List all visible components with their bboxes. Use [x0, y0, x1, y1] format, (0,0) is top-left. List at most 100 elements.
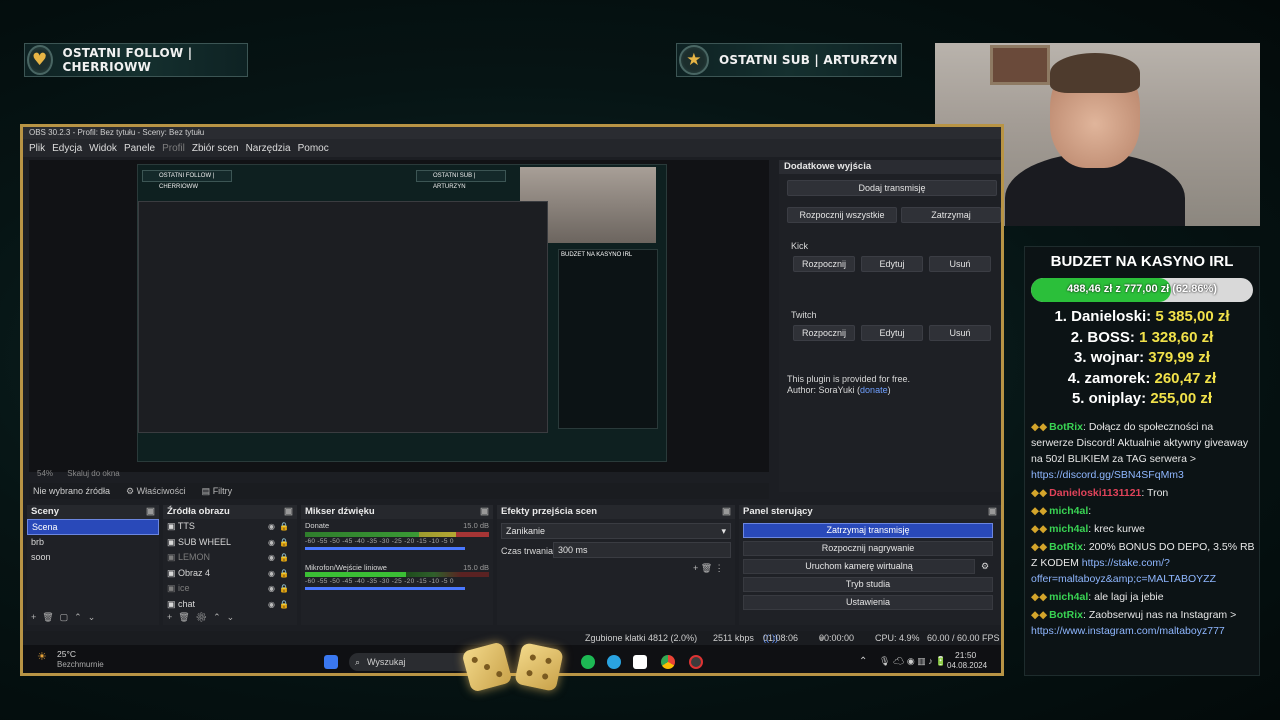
source-type-icon: ▣ — [167, 521, 178, 531]
scale-to-window[interactable]: Skaluj do okna — [67, 469, 119, 478]
donate-link[interactable]: donate — [860, 385, 888, 395]
windows-start-icon[interactable] — [324, 655, 338, 669]
menu-item[interactable]: Pomoc — [298, 143, 329, 154]
kick-start-button[interactable]: Rozpocznij — [793, 256, 855, 272]
spotify-icon[interactable] — [581, 655, 595, 669]
chat-username[interactable]: BotRix — [1049, 541, 1083, 553]
eye-icon[interactable]: ◉ — [268, 519, 275, 535]
volume-slider[interactable] — [305, 547, 465, 550]
menu-item[interactable]: Edycja — [52, 143, 82, 154]
source-item[interactable]: ▣ Obraz 4 ◉ 🔒 — [163, 566, 297, 582]
chat-link[interactable]: https://discord.gg/SBN4SFqMm3 — [1031, 469, 1184, 481]
twitch-start-button[interactable]: Rozpocznij — [793, 325, 855, 341]
scenes-footer-buttons[interactable]: +🗑▢⌃⌄ — [31, 612, 101, 623]
source-type-icon: ▣ — [167, 567, 179, 578]
tidal-icon[interactable] — [633, 655, 647, 669]
kick-remove-button[interactable]: Usuń — [929, 256, 991, 272]
mixer-channel-mic[interactable]: Mikrofon/Wejście liniowe 15.0 dB -60 -55… — [301, 561, 493, 603]
scene-item[interactable]: Scena — [27, 519, 159, 535]
menu-item[interactable]: Widok — [89, 143, 117, 154]
eye-icon[interactable]: ◉ — [268, 550, 275, 566]
lock-icon[interactable]: 🔒 — [279, 597, 289, 613]
chat-link[interactable]: https://www.instagram.com/maltaboyz777 — [1031, 625, 1225, 637]
controls-title: Panel sterujący — [743, 506, 813, 517]
lock-icon[interactable]: 🔒 — [279, 519, 289, 535]
chrome-icon[interactable] — [661, 655, 675, 669]
chat-badge-icon: ◆◆ — [1031, 523, 1048, 535]
transition-buttons[interactable]: + 🗑 ⋮ — [693, 563, 724, 574]
sources-footer-buttons[interactable]: +🗑⚙⌃⌄ — [167, 612, 240, 623]
obs-statusbar: Zgubione klatki 4812 (2.0%) 2511 kbps ((… — [23, 631, 1001, 645]
twitch-label: Twitch — [791, 310, 817, 320]
last-follow-banner: ♥ OSTATNI FOLLOW | CHERRIOWW — [24, 43, 248, 77]
volume-slider[interactable] — [305, 587, 465, 590]
system-tray-icons[interactable]: 🎙 ☁ ◉ ▥ ♪ 🔋 — [879, 656, 946, 667]
menu-item[interactable]: Narzędzia — [246, 143, 291, 154]
chat-username[interactable]: BotRix — [1049, 609, 1083, 621]
settings-button[interactable]: Ustawienia — [743, 595, 993, 610]
lock-icon[interactable]: 🔒 — [279, 581, 289, 597]
start-recording-button[interactable]: Rozpocznij nagrywanie — [743, 541, 993, 556]
chat-username[interactable]: mich4al — [1049, 591, 1088, 603]
chat-username[interactable]: Danieloski1131121 — [1049, 487, 1141, 499]
dock-menu-icon[interactable]: ▣ — [722, 505, 731, 519]
eye-icon[interactable]: ◉ — [268, 597, 275, 613]
eye-icon[interactable]: ◉ — [268, 566, 275, 582]
menu-item[interactable]: Zbiór scen — [192, 143, 239, 154]
controls-dock: Panel sterujący ▣ Zatrzymaj transmisję Ro… — [739, 505, 1001, 625]
dock-menu-icon[interactable]: ▣ — [480, 505, 489, 519]
transition-select[interactable]: Zanikanie ▾ — [501, 523, 731, 539]
source-item[interactable]: ▣ ice ◉ 🔒 — [163, 581, 297, 597]
cpu-usage: CPU: 4.9% — [875, 633, 920, 643]
dock-menu-icon[interactable]: ▣ — [146, 505, 155, 519]
zoom-level: 54% — [37, 469, 54, 478]
source-item[interactable]: ▣ SUB WHEEL ◉ 🔒 — [163, 535, 297, 551]
eye-icon[interactable]: ◉ — [268, 535, 275, 551]
mixer-channel-donate[interactable]: Donate 15.0 dB -60 -55 -50 -45 -40 -35 -… — [301, 519, 493, 561]
source-toolbar: Nie wybrano źródła ⚙ Właściwości ▤ Filtr… — [29, 483, 769, 499]
dock-menu-icon[interactable]: ▣ — [284, 505, 293, 519]
clock-date: 04.08.2024 — [947, 661, 988, 670]
twitch-edit-button[interactable]: Edytuj — [861, 325, 923, 341]
lock-icon[interactable]: 🔒 — [279, 535, 289, 551]
scene-item[interactable]: soon — [27, 550, 159, 566]
duration-input[interactable]: 300 ms — [553, 542, 731, 558]
stop-all-button[interactable]: Zatrzymaj — [901, 207, 1001, 223]
add-stream-button[interactable]: Dodaj transmisję — [787, 180, 997, 196]
plugin-note: This plugin is provided for free. — [787, 374, 911, 384]
kick-edit-button[interactable]: Edytuj — [861, 256, 923, 272]
source-item[interactable]: ▣ chat ◉ 🔒 — [163, 597, 297, 613]
start-all-button[interactable]: Rozpocznij wszystkie — [787, 207, 897, 223]
filters-button[interactable]: ▤ Filtry — [202, 486, 233, 497]
stop-stream-button[interactable]: Zatrzymaj transmisję — [743, 523, 993, 538]
chat-username[interactable]: mich4al — [1049, 523, 1088, 535]
source-item[interactable]: ▣ TTS ◉ 🔒 — [163, 519, 297, 535]
scene-item[interactable]: brb — [27, 535, 159, 551]
chat-username[interactable]: mich4al — [1049, 505, 1088, 517]
source-type-icon: ▣ — [167, 598, 179, 609]
twitch-remove-button[interactable]: Usuń — [929, 325, 991, 341]
obs-window[interactable]: OBS 30.2.3 - Profil: Bez tytułu - Sceny:… — [20, 124, 1004, 676]
telegram-icon[interactable] — [607, 655, 621, 669]
tray-chevron-icon[interactable]: ⌃ — [859, 656, 867, 667]
virtual-camera-button[interactable]: Uruchom kamerę wirtualną — [743, 559, 975, 574]
studio-mode-button[interactable]: Tryb studia — [743, 577, 993, 592]
budget-progress-text: 488,46 zł z 777,00 zł (62.86%) — [1067, 283, 1217, 295]
obs-preview[interactable]: OSTATNI FOLLOW | CHERRIOWW OSTATNI SUB |… — [29, 160, 769, 472]
lock-icon[interactable]: 🔒 — [279, 566, 289, 582]
menu-item[interactable]: Panele — [124, 143, 155, 154]
menu-item[interactable]: Plik — [29, 143, 45, 154]
gear-icon[interactable]: ⚙ — [981, 561, 989, 572]
taskbar-search[interactable]: ⌕ Wyszukaj — [349, 653, 479, 671]
preview-canvas: OSTATNI FOLLOW | CHERRIOWW OSTATNI SUB |… — [137, 164, 667, 462]
lock-icon[interactable]: 🔒 — [279, 550, 289, 566]
menu-item[interactable]: Profil — [162, 143, 185, 154]
properties-button[interactable]: ⚙ Właściwości — [126, 486, 186, 497]
dock-menu-icon[interactable]: ▣ — [988, 505, 997, 519]
last-follow-text: OSTATNI FOLLOW | CHERRIOWW — [62, 46, 193, 74]
windows-taskbar: ☀ 25°C Bezchmurnie ⌕ Wyszukaj ⌃ 🎙 ☁ ◉ ▥ ♪… — [23, 645, 1001, 673]
chat-username[interactable]: BotRix — [1049, 421, 1083, 433]
eye-icon[interactable]: ◉ — [268, 581, 275, 597]
obs-taskbar-icon[interactable] — [689, 655, 703, 669]
source-item[interactable]: ▣ LEMON ◉ 🔒 — [163, 550, 297, 566]
